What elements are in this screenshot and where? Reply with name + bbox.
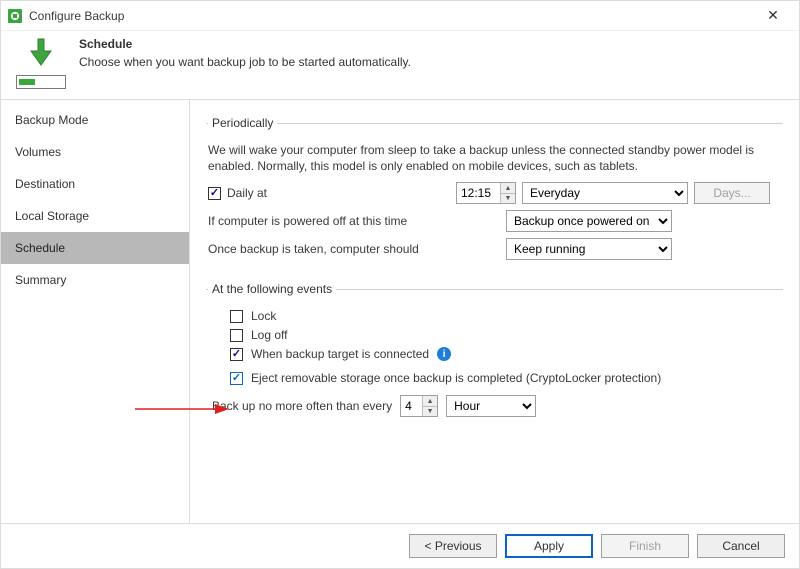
sidebar-item-schedule[interactable]: Schedule (1, 232, 189, 264)
info-icon[interactable]: i (437, 347, 451, 361)
sidebar-item-destination[interactable]: Destination (1, 168, 189, 200)
spin-up-icon[interactable]: ▲ (501, 183, 515, 194)
group-events: At the following events Lock Log off Whe… (206, 282, 783, 422)
page-subtitle: Choose when you want backup job to be st… (79, 55, 411, 69)
lock-label: Lock (251, 309, 276, 323)
logoff-checkbox[interactable] (230, 329, 243, 342)
wizard-sidebar: Backup ModeVolumesDestinationLocal Stora… (1, 100, 189, 523)
dialog-window: Configure Backup ✕ Schedule Choose when … (0, 0, 800, 569)
target-connected-checkbox[interactable] (230, 348, 243, 361)
sidebar-item-summary[interactable]: Summary (1, 264, 189, 296)
daily-label: Daily at (227, 186, 267, 200)
group-events-legend: At the following events (208, 282, 336, 296)
window-title: Configure Backup (29, 9, 124, 23)
days-button[interactable]: Days... (694, 182, 770, 204)
after-backup-select[interactable]: Keep running (506, 238, 672, 260)
wizard-icon (15, 37, 67, 89)
throttle-value-spinner[interactable]: ▲▼ (400, 395, 438, 417)
eject-storage-checkbox[interactable] (230, 372, 243, 385)
wizard-footer: < Previous Apply Finish Cancel (1, 523, 799, 568)
logoff-label: Log off (251, 328, 287, 342)
target-connected-label: When backup target is connected (251, 347, 429, 361)
cancel-button[interactable]: Cancel (697, 534, 785, 558)
finish-button[interactable]: Finish (601, 534, 689, 558)
daily-frequency-select[interactable]: Everyday (522, 182, 688, 204)
after-backup-label: Once backup is taken, computer should (208, 242, 419, 256)
spin-down-icon[interactable]: ▼ (501, 194, 515, 204)
close-button[interactable]: ✕ (753, 2, 793, 30)
apply-button[interactable]: Apply (505, 534, 593, 558)
sidebar-item-backup-mode[interactable]: Backup Mode (1, 104, 189, 136)
group-periodically-legend: Periodically (208, 116, 277, 130)
periodically-description: We will wake your computer from sleep to… (208, 142, 781, 174)
page-title: Schedule (79, 37, 411, 51)
titlebar: Configure Backup ✕ (1, 1, 799, 31)
throttle-label: Back up no more often than every (212, 399, 392, 413)
sidebar-item-volumes[interactable]: Volumes (1, 136, 189, 168)
progress-icon (16, 75, 66, 89)
poweredoff-label: If computer is powered off at this time (208, 214, 407, 228)
daily-checkbox[interactable] (208, 187, 221, 200)
spin-up-icon[interactable]: ▲ (423, 396, 437, 407)
daily-time-spinner[interactable]: ▲▼ (456, 182, 516, 204)
previous-button[interactable]: < Previous (409, 534, 497, 558)
spin-down-icon[interactable]: ▼ (423, 407, 437, 417)
lock-checkbox[interactable] (230, 310, 243, 323)
wizard-content: Periodically We will wake your computer … (189, 100, 799, 523)
app-icon (7, 8, 23, 24)
wizard-header: Schedule Choose when you want backup job… (1, 31, 799, 99)
sidebar-item-local-storage[interactable]: Local Storage (1, 200, 189, 232)
group-periodically: Periodically We will wake your computer … (206, 116, 783, 266)
throttle-unit-select[interactable]: Hour (446, 395, 536, 417)
poweredoff-select[interactable]: Backup once powered on (506, 210, 672, 232)
eject-storage-label: Eject removable storage once backup is c… (251, 371, 661, 385)
